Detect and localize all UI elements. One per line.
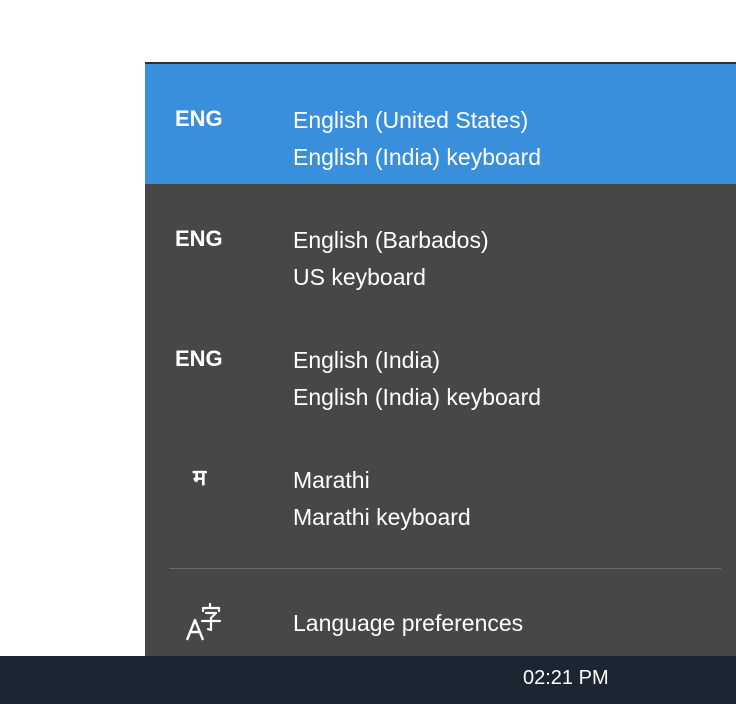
language-item-english-india[interactable]: ENG English (India) English (India) keyb…: [145, 304, 736, 424]
taskbar-clock[interactable]: 02:21 PM: [523, 666, 609, 690]
flyout-divider: [169, 568, 721, 569]
language-preferences-label: Language preferences: [293, 610, 524, 636]
language-item-text: Marathi Marathi keyboard: [293, 462, 471, 536]
language-name: Marathi: [293, 467, 370, 493]
language-name: English (India): [293, 347, 441, 373]
language-code-badge: ENG: [175, 106, 223, 131]
language-name: English (United States): [293, 107, 529, 133]
keyboard-layout-name: English (India) keyboard: [293, 384, 542, 410]
language-settings-icon: [185, 602, 229, 644]
language-code-badge: ENG: [175, 226, 223, 251]
screen: ENG English (United States) English (Ind…: [0, 0, 736, 704]
language-item-marathi[interactable]: म Marathi Marathi keyboard: [145, 424, 736, 544]
language-preferences-link[interactable]: Language preferences: [145, 584, 736, 662]
language-item-text: English (India) English (India) keyboard: [293, 342, 541, 416]
taskbar: 02:21 PM: [0, 656, 736, 704]
keyboard-layout-name: Marathi keyboard: [293, 504, 471, 530]
input-language-flyout: ENG English (United States) English (Ind…: [145, 62, 736, 660]
language-item-text: English (Barbados) US keyboard: [293, 222, 489, 296]
language-name: English (Barbados): [293, 227, 489, 253]
keyboard-layout-name: English (India) keyboard: [293, 144, 542, 170]
language-code-badge: ENG: [175, 346, 223, 371]
language-item-english-barbados[interactable]: ENG English (Barbados) US keyboard: [145, 184, 736, 304]
language-item-english-united-states[interactable]: ENG English (United States) English (Ind…: [145, 64, 736, 184]
language-item-text: English (United States) English (India) …: [293, 102, 541, 176]
language-code-badge: म: [193, 466, 207, 491]
keyboard-layout-name: US keyboard: [293, 264, 426, 290]
